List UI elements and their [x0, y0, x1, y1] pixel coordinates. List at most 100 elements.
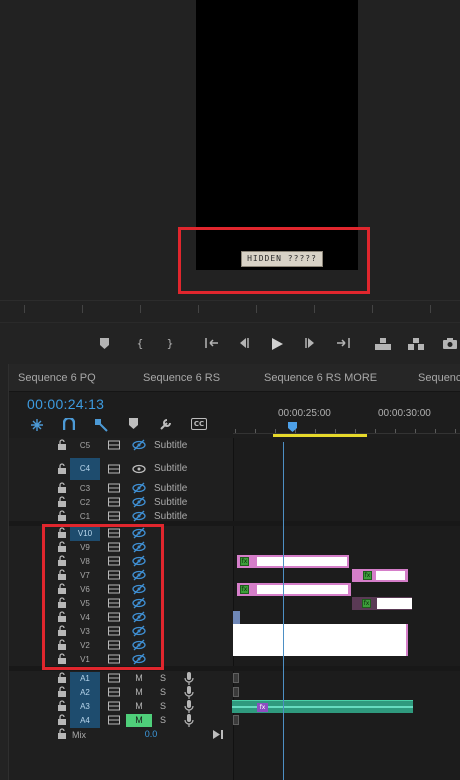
mute-button[interactable]: M — [126, 700, 152, 713]
add-marker-timeline-button[interactable] — [125, 418, 141, 434]
audio-clip-a2[interactable] — [233, 687, 239, 697]
caption-track-c2[interactable]: C2 Subtitle — [8, 496, 232, 510]
video-clip-v5[interactable]: fx — [352, 597, 412, 610]
go-to-out-button[interactable] — [333, 334, 353, 354]
microphone-icon[interactable] — [184, 700, 194, 713]
toggle-sync-icon[interactable] — [108, 482, 120, 494]
tab-sequence-6-rs[interactable]: Sequence 6 RS — [143, 372, 220, 384]
tab-sequence-6-pq[interactable]: Sequence 6 PQ — [18, 372, 96, 384]
work-area-bar[interactable] — [273, 434, 367, 437]
track-label[interactable]: C4 — [70, 458, 100, 480]
video-clip-v6[interactable]: fx — [237, 583, 351, 596]
microphone-icon[interactable] — [184, 714, 194, 727]
mute-button[interactable]: M — [126, 714, 152, 727]
solo-button[interactable]: S — [160, 672, 170, 685]
snap-button[interactable] — [61, 416, 77, 434]
playhead-line[interactable] — [283, 442, 284, 780]
solo-button[interactable]: S — [160, 714, 170, 727]
audio-clip-a1[interactable] — [233, 673, 239, 683]
track-label[interactable]: C1 — [70, 510, 100, 524]
linked-selection-button[interactable] — [93, 418, 109, 434]
lock-icon[interactable] — [57, 672, 67, 684]
video-clip-v8[interactable]: fx — [237, 555, 349, 568]
lock-icon[interactable] — [57, 510, 67, 522]
audio-track-a4[interactable]: A4 M S — [8, 714, 232, 728]
marker-icon — [99, 338, 109, 349]
toggle-sync-icon[interactable] — [108, 439, 120, 451]
audio-clip-a3[interactable]: fx — [232, 700, 413, 713]
track-label[interactable]: A1 — [70, 672, 100, 686]
mark-in-button[interactable]: { — [130, 334, 150, 354]
go-to-in-icon — [205, 338, 218, 348]
caption-track-c3[interactable]: C3 Subtitle — [8, 482, 232, 496]
video-clip-v7[interactable]: fx — [352, 569, 408, 582]
lift-button[interactable] — [373, 334, 393, 354]
toggle-sync-icon[interactable] — [108, 700, 120, 712]
caption-track-c1[interactable]: C1 Subtitle — [8, 510, 232, 524]
lock-icon[interactable] — [57, 496, 67, 508]
time-ruler[interactable]: 00:00:25:00 00:00:30:00 — [233, 400, 460, 438]
solo-button[interactable]: S — [160, 700, 170, 713]
eye-hidden-icon[interactable] — [132, 439, 146, 451]
track-label[interactable]: C2 — [70, 496, 100, 510]
mix-track: Mix 0.0 — [8, 728, 232, 742]
lock-icon[interactable] — [57, 439, 67, 451]
mix-volume-value[interactable]: 0.0 — [138, 728, 164, 741]
video-clip-v4[interactable] — [233, 611, 240, 624]
go-to-end-icon[interactable] — [213, 730, 224, 739]
lock-icon[interactable] — [57, 714, 67, 726]
audio-track-a3[interactable]: A3 M S — [8, 700, 232, 714]
caption-track-c5[interactable]: C5 Subtitle — [8, 439, 232, 453]
step-back-button[interactable] — [234, 334, 254, 354]
caption-track-name: Subtitle — [154, 497, 188, 508]
go-to-in-button[interactable] — [202, 334, 222, 354]
mute-button[interactable]: M — [126, 686, 152, 699]
lock-icon[interactable] — [57, 482, 67, 494]
track-label[interactable]: C3 — [70, 482, 100, 496]
eye-hidden-icon[interactable] — [132, 482, 146, 494]
tab-sequence-6-rs-more[interactable]: Sequence 6 RS MORE — [264, 372, 377, 384]
toggle-sync-icon[interactable] — [108, 686, 120, 698]
eye-hidden-icon[interactable] — [132, 510, 146, 522]
play-button[interactable] — [267, 334, 287, 354]
toggle-sync-icon[interactable] — [108, 714, 120, 726]
toggle-sync-icon[interactable] — [108, 510, 120, 522]
add-marker-button[interactable] — [94, 334, 114, 354]
solo-button[interactable]: S — [160, 686, 170, 699]
lock-icon[interactable] — [57, 686, 67, 698]
mark-in-icon: { — [136, 337, 144, 350]
lock-icon[interactable] — [57, 463, 67, 475]
video-clip-v3-v1[interactable] — [233, 624, 408, 656]
tab-sequence[interactable]: Sequence — [418, 372, 460, 384]
snap-icon — [62, 416, 76, 430]
toggle-sync-icon[interactable] — [108, 463, 120, 475]
export-frame-button[interactable] — [440, 334, 460, 354]
nest-toggle-button[interactable] — [29, 418, 45, 434]
monitor-time-ruler[interactable] — [0, 300, 460, 314]
step-forward-button[interactable] — [300, 334, 320, 354]
playhead-timecode[interactable]: 00:00:24:13 — [27, 396, 104, 412]
timeline-settings-button[interactable] — [157, 418, 173, 434]
track-label[interactable]: A2 — [70, 686, 100, 700]
caption-track-c4[interactable]: C4 Subtitle — [8, 458, 232, 480]
lock-icon[interactable] — [57, 700, 67, 712]
extract-button[interactable] — [406, 334, 426, 354]
microphone-icon[interactable] — [184, 672, 194, 685]
audio-clip-a4[interactable] — [233, 715, 239, 725]
audio-track-a2[interactable]: A2 M S — [8, 686, 232, 700]
microphone-icon[interactable] — [184, 686, 194, 699]
audio-track-a1[interactable]: A1 M S — [8, 672, 232, 686]
captions-button[interactable]: CC — [191, 418, 207, 430]
track-label[interactable]: A4 — [70, 714, 100, 728]
mark-out-button[interactable]: } — [160, 334, 180, 354]
track-label[interactable]: C5 — [70, 439, 100, 453]
eye-visible-icon[interactable] — [132, 463, 146, 475]
toggle-sync-icon[interactable] — [108, 672, 120, 684]
eye-hidden-icon[interactable] — [132, 496, 146, 508]
toggle-sync-icon[interactable] — [108, 496, 120, 508]
track-label[interactable]: A3 — [70, 700, 100, 714]
mute-button[interactable]: M — [126, 672, 152, 685]
ruler-label-25s: 00:00:25:00 — [278, 408, 331, 419]
lock-icon[interactable] — [57, 728, 67, 740]
clip-thumbnail — [257, 557, 347, 566]
